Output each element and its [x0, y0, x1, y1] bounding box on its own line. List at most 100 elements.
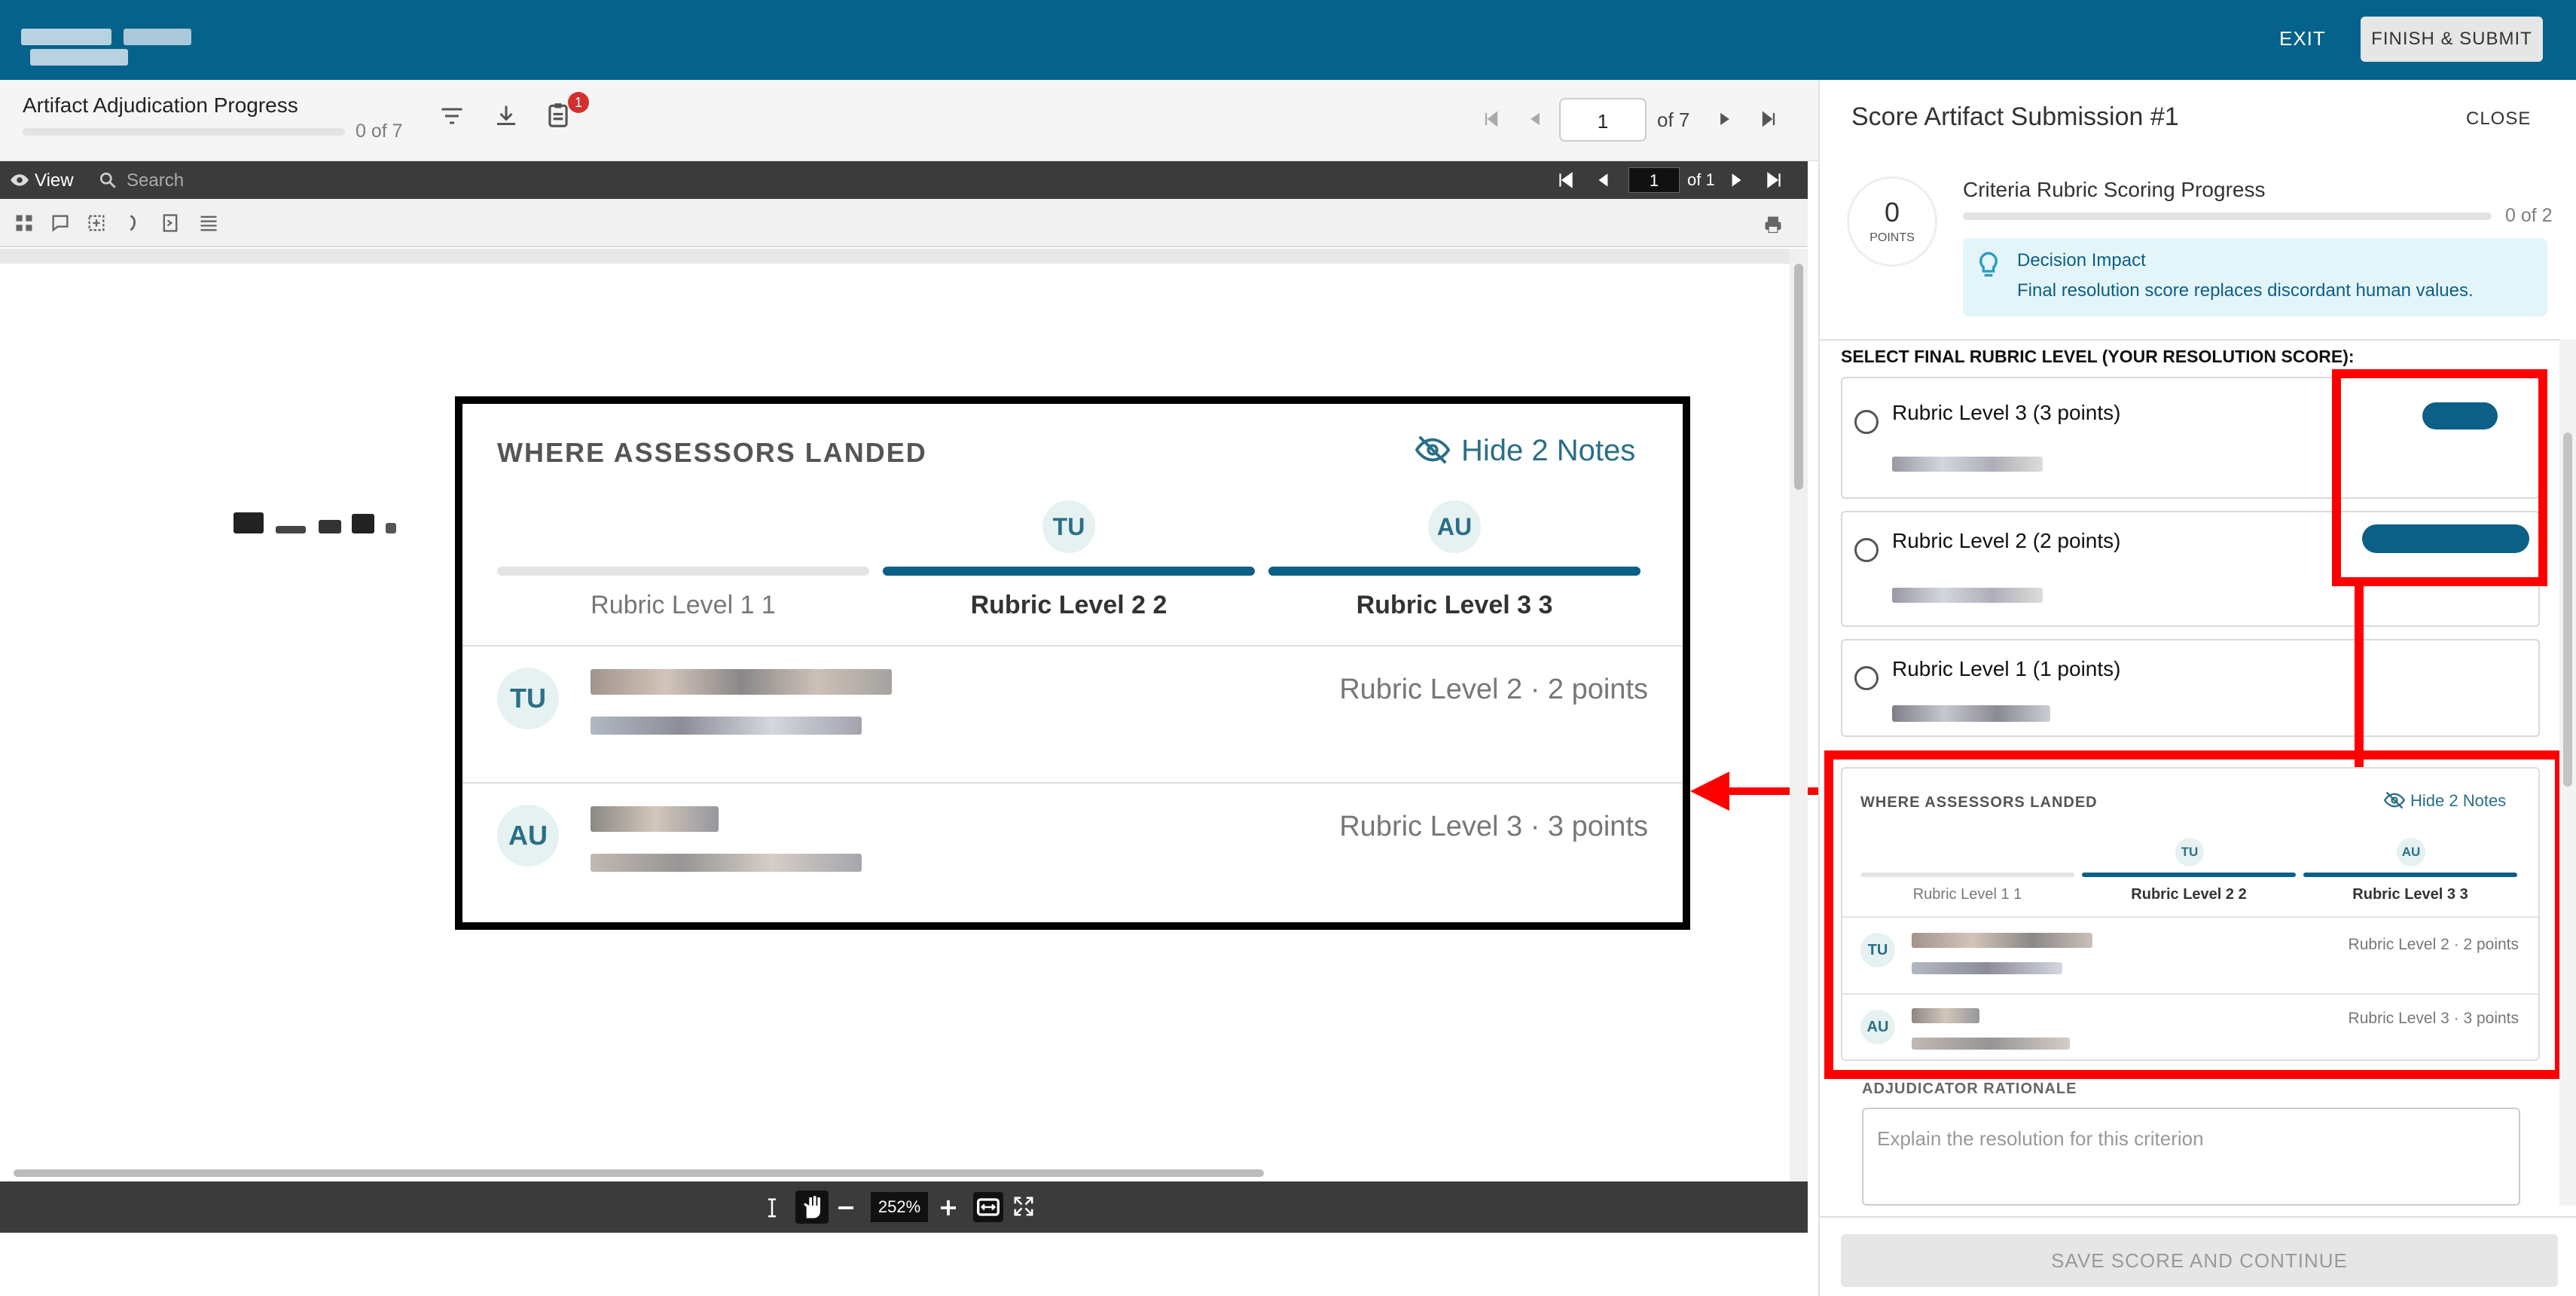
- download-icon[interactable]: [493, 102, 520, 130]
- zoom-column-label: Rubric Level 2 2: [970, 591, 1167, 619]
- doc-top-rule: [0, 249, 1790, 264]
- progress-count: 0 of 7: [356, 121, 403, 142]
- select-heading: SELECT FINAL RUBRIC LEVEL (YOUR RESOLUTI…: [1841, 347, 2355, 366]
- progress-title: Artifact Adjudication Progress: [23, 93, 298, 117]
- save-score-button[interactable]: SAVE SCORE AND CONTINUE: [1841, 1234, 2558, 1287]
- zoom-in-icon[interactable]: [937, 1197, 960, 1219]
- points-value: 0: [1884, 197, 1900, 228]
- search-icon: [98, 170, 118, 190]
- zoom-column: AU Rubric Level 3 3: [1268, 500, 1641, 619]
- zoom-hide-notes-icon[interactable]: [1413, 433, 1452, 467]
- filter-icon[interactable]: [438, 102, 465, 130]
- zoom-column-avatar: AU: [1428, 500, 1481, 553]
- zoom-row-score: Rubric Level 2 · 2 points: [1339, 674, 1648, 705]
- viewer-search-input[interactable]: Search: [127, 170, 353, 191]
- annotation-toolbar: [0, 199, 1808, 247]
- zoom-column: Rubric Level 1 1: [497, 500, 869, 619]
- eye-icon: [9, 170, 30, 190]
- zoom-row-note-redacted: [591, 806, 907, 876]
- rubric-level-desc-redacted: [1892, 457, 2043, 475]
- progress-bar: [23, 128, 345, 136]
- zoom-toolbar: 252%: [0, 1181, 1808, 1233]
- text-cursor-icon[interactable]: [761, 1195, 783, 1221]
- signature-icon[interactable]: [160, 212, 181, 234]
- panel-title: Score Artifact Submission #1: [1851, 102, 2179, 131]
- rubric-level-radio[interactable]: [1854, 410, 1879, 434]
- panel-scrollbar[interactable]: [2559, 339, 2576, 1206]
- app-title-redacted: [21, 29, 292, 66]
- top-bar: EXIT FINISH & SUBMIT: [0, 0, 2576, 80]
- rationale-placeholder: Explain the resolution for this criterio…: [1877, 1127, 2204, 1150]
- prev-page-icon[interactable]: [1525, 109, 1546, 130]
- thumbnails-icon[interactable]: [14, 212, 35, 234]
- zoom-column-bar: [1268, 567, 1641, 576]
- zoom-column: TU Rubric Level 2 2: [883, 500, 1255, 619]
- close-button[interactable]: CLOSE: [2466, 109, 2531, 130]
- zoomed-assessors-callout: WHERE ASSESSORS LANDED Hide 2 Notes Rubr…: [455, 396, 1690, 930]
- viewer-toolbar: View Search 1 of 1: [0, 161, 1808, 199]
- viewer-page-of: of 1: [1687, 170, 1715, 189]
- zoom-row-avatar: TU: [497, 668, 559, 729]
- rubric-level-radio[interactable]: [1854, 666, 1879, 690]
- zoom-column-label: Rubric Level 3 3: [1356, 591, 1553, 619]
- lightbulb-icon: [1976, 250, 2001, 280]
- rubric-level-desc-redacted: [1892, 705, 2050, 726]
- viewer-page-input[interactable]: 1: [1628, 167, 1680, 193]
- finish-submit-button[interactable]: FINISH & SUBMIT: [2361, 17, 2543, 62]
- zoom-column-bar: [883, 567, 1255, 576]
- decision-impact-box: Decision Impact Final resolution score r…: [1963, 238, 2547, 316]
- zoom-row-avatar: AU: [497, 805, 559, 867]
- select-area-icon[interactable]: [86, 212, 107, 234]
- fit-width-icon[interactable]: [973, 1192, 1003, 1222]
- vertical-scrollbar[interactable]: [1790, 249, 1808, 1181]
- exit-button[interactable]: EXIT: [2279, 27, 2326, 50]
- zoom-out-icon[interactable]: [835, 1197, 857, 1219]
- zoom-level[interactable]: 252%: [871, 1192, 928, 1222]
- rationale-label: ADJUDICATOR RATIONALE: [1862, 1081, 2077, 1097]
- rubric-level-option[interactable]: Rubric Level 1 (1 points): [1841, 639, 2540, 737]
- notification-badge: 1: [568, 92, 589, 113]
- last-page-icon[interactable]: [1758, 109, 1779, 130]
- hand-tool-icon[interactable]: [795, 1191, 829, 1224]
- section-divider: [1820, 339, 2576, 341]
- highlight-frame-pills: [2332, 369, 2547, 586]
- zoom-hide-notes-link[interactable]: Hide 2 Notes: [1461, 434, 1635, 468]
- zoom-assessor-row: AU Rubric Level 3 · 3 points: [462, 784, 1683, 919]
- page-of-label: of 7: [1657, 109, 1690, 131]
- document-canvas: WHERE ASSESSORS LANDED Hide 2 Notes Rubr…: [0, 249, 1823, 1181]
- freehand-icon[interactable]: [124, 212, 145, 234]
- viewer-page-value: 1: [1649, 171, 1659, 190]
- criteria-count: 0 of 2: [2505, 205, 2553, 226]
- viewer-first-icon[interactable]: [1556, 170, 1576, 190]
- points-circle: 0 POINTS: [1847, 176, 1937, 267]
- scoring-panel: Score Artifact Submission #1 CLOSE 0 POI…: [1818, 80, 2576, 1296]
- zoom-row-note-redacted: [591, 669, 907, 738]
- view-menu[interactable]: View: [35, 170, 74, 191]
- viewer-next-icon[interactable]: [1726, 170, 1746, 190]
- next-page-icon[interactable]: [1714, 109, 1735, 130]
- horizontal-scrollbar[interactable]: [0, 1166, 1790, 1181]
- rubric-level-desc-redacted: [1892, 588, 2043, 607]
- zoom-column-bar: [497, 567, 869, 576]
- doc-side-label-redacted: [233, 512, 396, 537]
- criteria-title: Criteria Rubric Scoring Progress: [1963, 178, 2266, 201]
- zoom-row-score: Rubric Level 3 · 3 points: [1339, 811, 1648, 842]
- page-input-value: 1: [1597, 110, 1609, 133]
- rubric-level-label: Rubric Level 2 (2 points): [1892, 529, 2121, 552]
- viewer-last-icon[interactable]: [1764, 170, 1784, 190]
- adjudication-header: Artifact Adjudication Progress 0 of 7 1 …: [0, 80, 1818, 161]
- rationale-textarea[interactable]: Explain the resolution for this criterio…: [1862, 1108, 2520, 1206]
- fullscreen-icon[interactable]: [1012, 1195, 1035, 1218]
- viewer-prev-icon[interactable]: [1594, 170, 1613, 190]
- criteria-progress-bar: [1963, 212, 2492, 220]
- print-icon[interactable]: [1763, 214, 1784, 235]
- impact-title: Decision Impact: [2017, 250, 2146, 271]
- first-page-icon[interactable]: [1481, 109, 1502, 130]
- comment-icon[interactable]: [50, 212, 71, 234]
- page-input[interactable]: 1: [1559, 98, 1647, 142]
- list-icon[interactable]: [197, 212, 220, 234]
- rubric-level-radio[interactable]: [1854, 538, 1879, 562]
- footer-divider: [1820, 1216, 2576, 1218]
- zoom-column-avatar: TU: [1042, 500, 1095, 553]
- zoom-heading: WHERE ASSESSORS LANDED: [497, 437, 927, 468]
